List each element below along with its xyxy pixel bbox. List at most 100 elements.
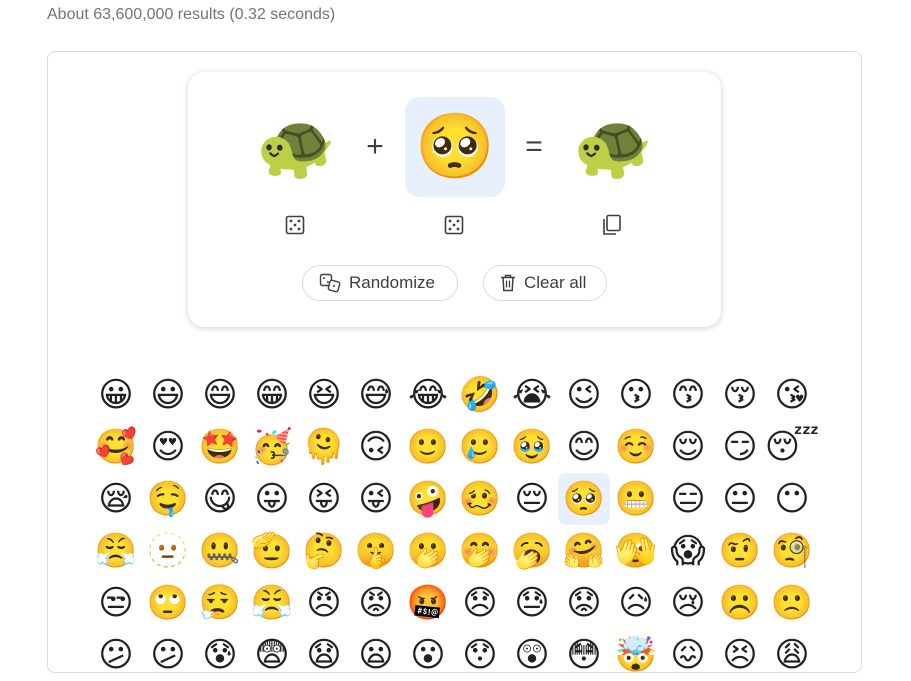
equals-sign: = (525, 130, 543, 163)
emoji-option[interactable]: 😮‍💨 (194, 577, 246, 629)
emoji-option[interactable]: 😲 (506, 629, 558, 681)
emoji-option[interactable]: 😢 (662, 577, 714, 629)
emoji-option[interactable]: 😘 (766, 369, 818, 421)
emoji-option[interactable]: 😤 (90, 525, 142, 577)
randomize-label: Randomize (349, 273, 435, 292)
emoji-option[interactable]: 😦 (350, 629, 402, 681)
result-emoji: 🐢 (573, 110, 653, 184)
emoji-option[interactable]: 😣 (714, 629, 766, 681)
emoji-option[interactable]: 😳 (558, 629, 610, 681)
emoji-option[interactable]: ☹️ (714, 577, 766, 629)
emoji-option[interactable]: 😔 (506, 473, 558, 525)
emoji-option[interactable]: 🤪 (402, 473, 454, 525)
emoji-option[interactable]: 😌 (662, 421, 714, 473)
emoji-option[interactable]: 🤬 (402, 577, 454, 629)
clear-all-button[interactable]: Clear all (483, 265, 607, 301)
emoji-option[interactable]: 😖 (662, 629, 714, 681)
emoji-option[interactable]: 😃 (142, 369, 194, 421)
dice-icon[interactable] (443, 214, 465, 236)
emoji-option[interactable]: 😄 (194, 369, 246, 421)
emoji-option[interactable]: 😟 (558, 577, 610, 629)
emoji-option[interactable]: 😴 (765, 421, 820, 473)
emoji-option[interactable]: 🙁 (766, 577, 818, 629)
emoji-option[interactable]: 🙄 (142, 577, 194, 629)
emoji-option[interactable]: 😯 (454, 629, 506, 681)
left-emoji-slot[interactable]: 🐢 (246, 97, 346, 197)
emoji-option[interactable]: 😍 (142, 421, 194, 473)
emoji-option[interactable]: 😠 (298, 577, 350, 629)
trash-icon (501, 274, 515, 292)
emoji-option[interactable]: 😚 (714, 369, 766, 421)
emoji-option[interactable]: 😭 (506, 369, 558, 421)
randomize-button[interactable]: Randomize (302, 265, 458, 301)
emoji-option[interactable]: 🧐 (766, 525, 818, 577)
dice-icon[interactable] (284, 214, 306, 236)
emoji-option[interactable]: 🤐 (194, 525, 246, 577)
emoji-option[interactable]: 🫡 (246, 525, 298, 577)
emoji-kitchen-card: 🐢 + 🥺 = 🐢 Randomize Clear all (188, 72, 721, 327)
emoji-option[interactable]: 😰 (194, 629, 246, 681)
emoji-option[interactable]: 🫥 (142, 525, 194, 577)
emoji-option[interactable]: 😗 (610, 369, 662, 421)
emoji-option[interactable]: 😅 (350, 369, 402, 421)
emoji-option[interactable]: 🥳 (246, 421, 298, 473)
emoji-option[interactable]: 🥲 (454, 421, 506, 473)
emoji-option[interactable]: 😀 (90, 369, 142, 421)
emoji-option[interactable]: 😋 (194, 473, 246, 525)
emoji-option[interactable]: 😉 (558, 369, 610, 421)
emoji-option[interactable]: 😂 (402, 369, 454, 421)
emoji-option[interactable]: 🤨 (714, 525, 766, 577)
emoji-option[interactable]: 😮 (402, 629, 454, 681)
emoji-option[interactable]: 😱 (662, 525, 714, 577)
emoji-option[interactable]: 😞 (454, 577, 506, 629)
emoji-option[interactable]: 😶 (766, 473, 818, 525)
emoji-option[interactable]: 🤣 (454, 369, 506, 421)
emoji-option[interactable]: 😆 (298, 369, 350, 421)
emoji-option[interactable]: 🤭 (454, 525, 506, 577)
emoji-option[interactable]: 🙃 (350, 421, 402, 473)
emoji-option[interactable]: 🤯 (610, 629, 662, 681)
emoji-option[interactable]: 😁 (246, 369, 298, 421)
emoji-option[interactable]: 😕 (142, 629, 194, 681)
emoji-option[interactable]: 😛 (246, 473, 298, 525)
emoji-option[interactable]: 😊 (558, 421, 610, 473)
emoji-option[interactable]: 😡 (350, 577, 402, 629)
right-emoji-slot[interactable]: 🥺 (405, 97, 505, 197)
emoji-option[interactable]: 🥰 (90, 421, 142, 473)
emoji-option[interactable]: 😪 (90, 473, 142, 525)
emoji-option[interactable]: 🥺 (558, 473, 610, 525)
emoji-option[interactable]: 😧 (298, 629, 350, 681)
emoji-option[interactable]: 🤩 (194, 421, 246, 473)
emoji-option[interactable]: ☺️ (610, 421, 662, 473)
emoji-option[interactable]: 🙂 (402, 421, 454, 473)
emoji-option[interactable]: 🫢 (402, 525, 454, 577)
emoji-option[interactable]: 🤫 (350, 525, 402, 577)
emoji-option[interactable]: 😩 (766, 629, 818, 681)
emoji-option[interactable]: 🫠 (298, 421, 350, 473)
emoji-option[interactable]: 🥴 (454, 473, 506, 525)
emoji-option[interactable]: 😥 (610, 577, 662, 629)
emoji-option[interactable]: 😕 (90, 629, 142, 681)
emoji-picker-grid: 😀 😃 😄 😁 😆 😅 😂 🤣 😭 😉 😗 😙 😚 😘 🥰 😍 🤩 🥳 🫠 🙃 🙂 🥲 🥹 😊 ☺️ 😌 😏 😴 😪 🤤 😋 😛 😝 😜 🤪 🥴 😔 🥺 😬… (90, 369, 820, 681)
emoji-option[interactable]: 😒 (90, 577, 142, 629)
copy-icon[interactable] (601, 214, 623, 236)
randomize-icon (319, 273, 341, 293)
emoji-option[interactable]: 🥹 (506, 421, 558, 473)
emoji-option[interactable]: 😙 (662, 369, 714, 421)
emoji-option[interactable]: 😏 (714, 421, 766, 473)
emoji-option[interactable]: 😓 (506, 577, 558, 629)
emoji-option[interactable]: 🤔 (298, 525, 350, 577)
emoji-option[interactable]: 😜 (350, 473, 402, 525)
emoji-option[interactable]: 😨 (246, 629, 298, 681)
emoji-option[interactable]: 😐 (714, 473, 766, 525)
emoji-option[interactable]: 😬 (610, 473, 662, 525)
emoji-option[interactable]: 😑 (662, 473, 714, 525)
result-stats: About 63,600,000 results (0.32 seconds) (47, 6, 336, 23)
emoji-option[interactable]: 😝 (298, 473, 350, 525)
emoji-option[interactable]: 🤤 (142, 473, 194, 525)
emoji-option[interactable]: 🥱 (506, 525, 558, 577)
emoji-option[interactable]: 🤗 (558, 525, 610, 577)
clear-all-label: Clear all (524, 273, 587, 292)
emoji-option[interactable]: 😤 (246, 577, 298, 629)
emoji-option[interactable]: 🫣 (610, 525, 662, 577)
